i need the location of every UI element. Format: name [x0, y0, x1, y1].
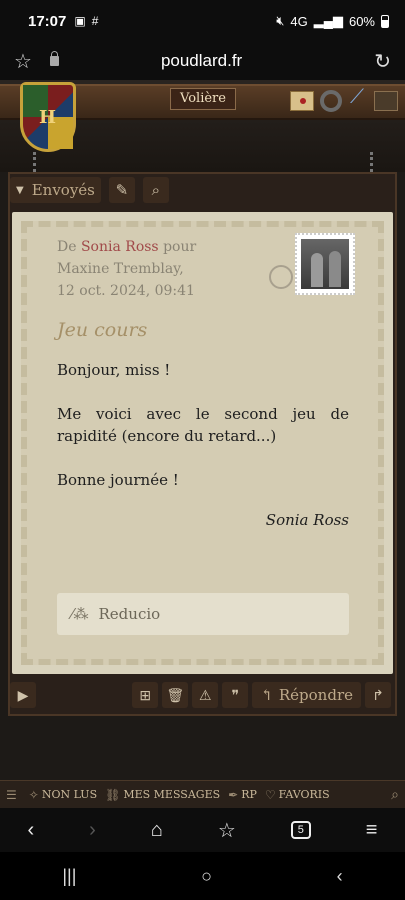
lock-icon[interactable]	[49, 51, 59, 66]
tabs-icon[interactable]: 5	[290, 821, 311, 839]
network-label: 4G	[290, 13, 308, 29]
quote-icon[interactable]: ❞	[222, 682, 249, 708]
recipient: Maxine Tremblay,	[57, 261, 184, 277]
site-footer-nav: ☰ ✧ NON LUS ⛓ MES MESSAGES ✒ RP ♡ FAVORI…	[0, 780, 405, 808]
caret-down-icon: ▼	[16, 184, 24, 196]
voliere-button[interactable]: Volière	[170, 88, 236, 110]
reducio-button[interactable]: ⁄⁂ Reducio	[57, 593, 349, 635]
letter-greeting: Bonjour, miss !	[57, 361, 171, 379]
letter-subject: Jeu cours	[57, 319, 148, 341]
back-icon[interactable]: ‹	[27, 819, 34, 842]
mailbox-toolbar: ▼ Envoyés ✎ ⌕	[10, 176, 169, 204]
from-prefix: De	[57, 239, 77, 255]
letter-closing: Bonne journée !	[57, 471, 179, 489]
link-icon: ⛓	[105, 787, 121, 802]
mute-icon: 🔇︎	[276, 13, 285, 28]
warning-icon[interactable]: ⚠	[192, 682, 219, 708]
move-folder-icon[interactable]: ⊞	[132, 682, 159, 708]
footer-my-messages[interactable]: ⛓ MES MESSAGES	[105, 788, 220, 802]
reply-arrow-icon: ↰	[260, 686, 273, 704]
menu-icon[interactable]: ≡	[366, 819, 378, 842]
url-text[interactable]: poudlard.fr	[59, 51, 344, 71]
status-bar: 17:07 ▣ # 🔇︎ 4G ▂▄▆ 60%	[0, 0, 405, 42]
chain-left-icon	[33, 152, 39, 172]
sparkle-icon: ✧	[28, 787, 39, 802]
footer-favorites[interactable]: ♡ FAVORIS	[265, 788, 330, 802]
compose-pencil-icon[interactable]: ✎	[108, 177, 135, 203]
system-back-icon[interactable]: ‹	[337, 866, 343, 887]
battery-label: 60%	[348, 13, 375, 29]
letter-meta: De Sonia Ross pour Maxine Tremblay, 12 o…	[57, 236, 349, 302]
gallery-icon: ▣	[74, 14, 86, 28]
signal-icon: ▂▄▆	[313, 13, 343, 28]
message-actions-toolbar: ▶ ⊞ 🗑︎ ⚠ ❞ ↰ Répondre ↱	[10, 681, 395, 709]
ring-icon[interactable]	[320, 90, 342, 112]
chain-right-icon	[370, 152, 376, 172]
reply-label: Répondre	[278, 686, 353, 704]
expand-caret-icon[interactable]: ▶	[10, 682, 36, 708]
pour-word: pour	[163, 239, 197, 255]
trash-icon[interactable]: 🗑︎	[162, 682, 189, 708]
heart-icon: ♡	[264, 787, 276, 802]
letter-card: De Sonia Ross pour Maxine Tremblay, 12 o…	[12, 212, 393, 674]
hogwarts-crest-icon[interactable]: H	[20, 82, 76, 152]
search-icon[interactable]: ⌕	[142, 177, 169, 203]
browser-url-bar: ☆ poudlard.fr ↻	[0, 42, 405, 80]
home-icon[interactable]: ⌂	[151, 819, 163, 842]
magic-wand-icon: ⁄⁂	[71, 605, 89, 623]
bookmarks-icon[interactable]: ☆	[218, 818, 236, 843]
quill-icon[interactable]: ⟋	[350, 86, 364, 108]
folder-label: Envoyés	[31, 181, 95, 199]
status-notification-icons: ▣ #	[74, 14, 98, 28]
forward-icon[interactable]: ↱	[365, 682, 391, 708]
home-circle-icon[interactable]: ○	[201, 866, 212, 887]
letter-signature: Sonia Ross	[265, 511, 349, 529]
forward-nav-icon[interactable]: ›	[89, 819, 96, 842]
status-right: 🔇︎ 4G ▂▄▆ 60%	[276, 13, 389, 29]
hashtag-icon: #	[91, 14, 99, 28]
bookmark-star-icon[interactable]: ☆	[14, 49, 32, 74]
footer-rp[interactable]: ✒ RP	[228, 788, 257, 802]
sender-link[interactable]: Sonia Ross	[81, 239, 159, 255]
letter-content: De Sonia Ross pour Maxine Tremblay, 12 o…	[57, 236, 349, 529]
recents-icon[interactable]: |||	[62, 866, 76, 887]
letter-date: 12 oct. 2024, 09:41	[57, 283, 195, 299]
footer-search-icon[interactable]: ⌕	[391, 787, 399, 803]
status-time: 17:07	[28, 12, 67, 30]
browser-bottom-nav: ‹ › ⌂ ☆ 5 ≡	[0, 808, 405, 852]
system-nav-bar: ||| ○ ‹	[0, 852, 405, 900]
folder-selector[interactable]: ▼ Envoyés	[10, 177, 101, 203]
reply-button[interactable]: ↰ Répondre	[252, 682, 361, 708]
footer-unread[interactable]: ✧ NON LUS	[29, 788, 97, 802]
letter-paragraph: Me voici avec le second jeu de rapidité …	[57, 405, 349, 445]
envelope-icon[interactable]	[290, 91, 314, 111]
feather-icon: ✒	[228, 787, 239, 802]
tool-icon[interactable]	[374, 91, 398, 111]
reducio-label: Reducio	[98, 605, 161, 623]
battery-icon	[381, 14, 389, 28]
reload-icon[interactable]: ↻	[374, 49, 391, 74]
menu-drawer-icon[interactable]: ☰	[6, 788, 17, 802]
